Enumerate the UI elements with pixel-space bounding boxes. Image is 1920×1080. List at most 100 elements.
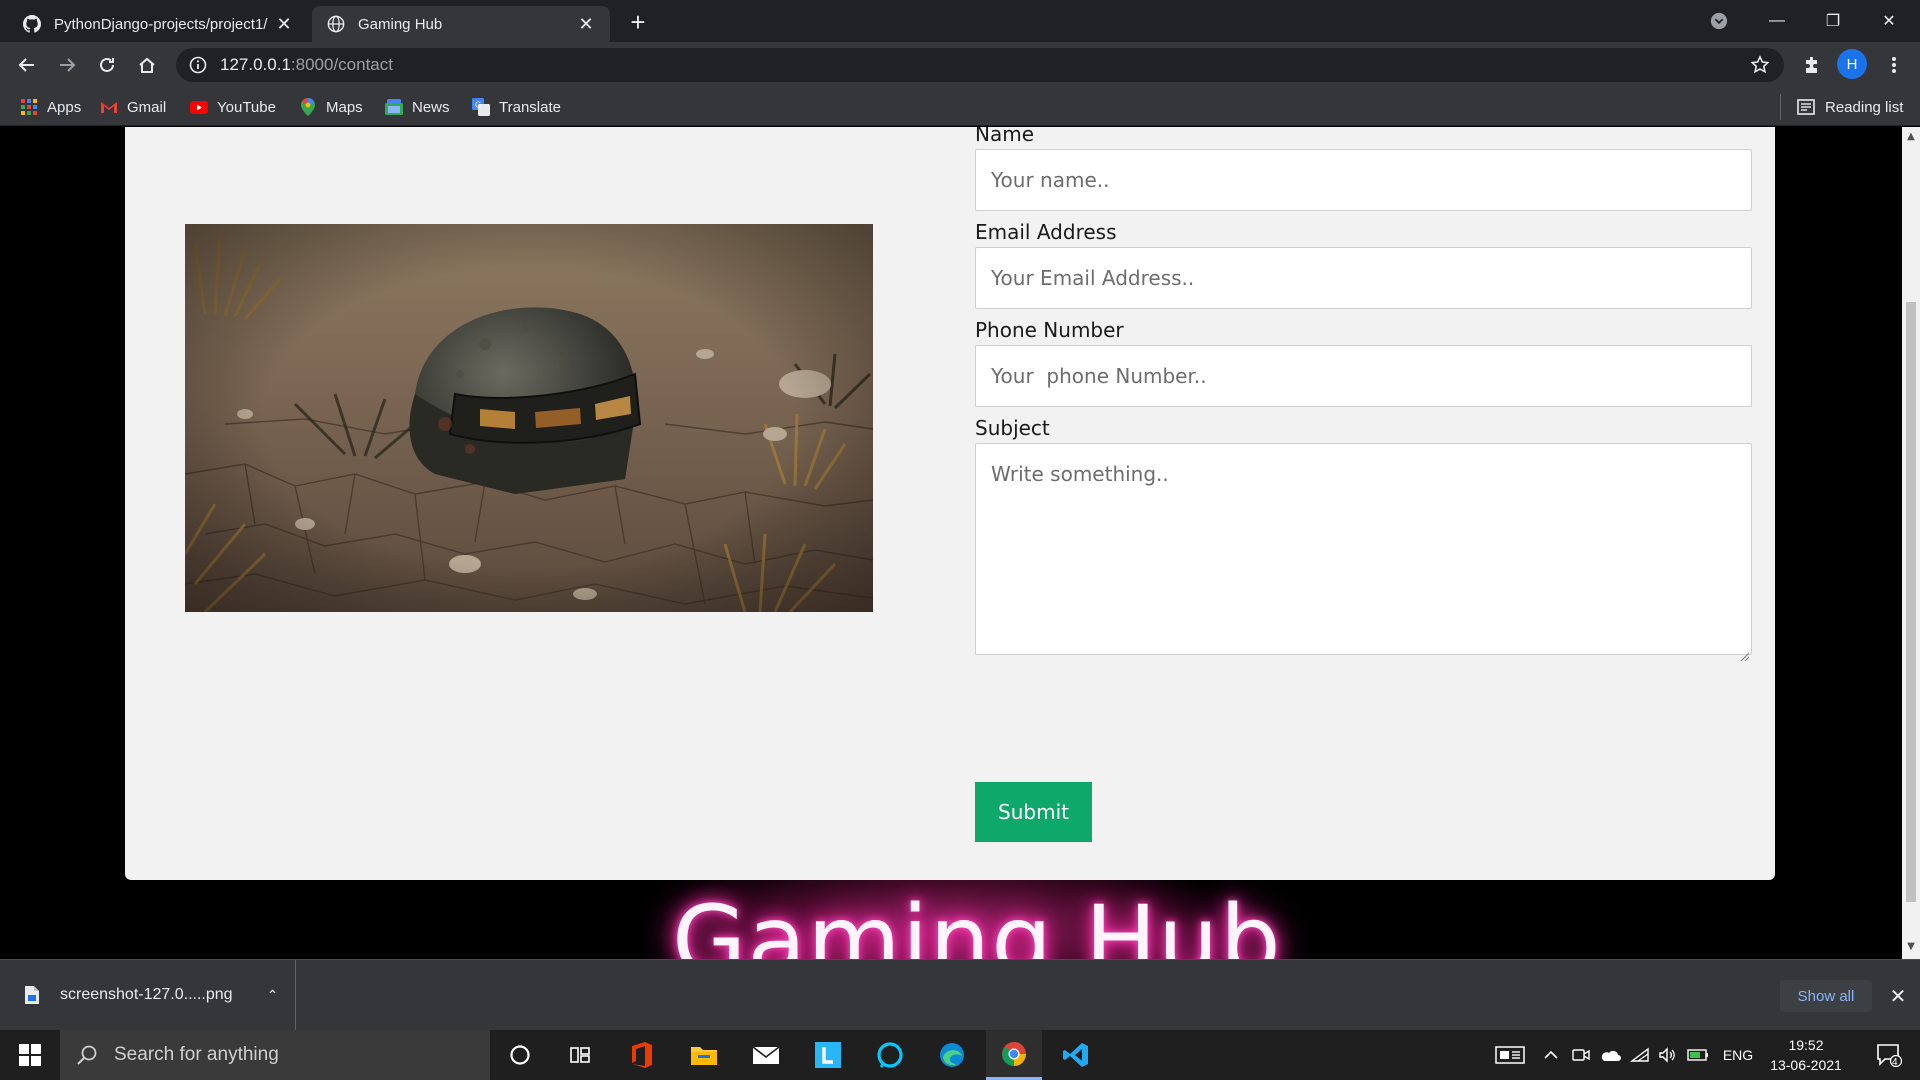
cortana-icon[interactable] xyxy=(492,1030,548,1080)
browser-tab-strip: PythonDjango-projects/project1/ ✕ Gaming… xyxy=(0,0,1920,42)
subject-placeholder: Write something.. xyxy=(991,462,1169,486)
bookmark-label: News xyxy=(412,98,450,116)
tab-title: PythonDjango-projects/project1/ xyxy=(54,15,268,33)
subject-textarea[interactable]: Write something.. xyxy=(975,443,1752,662)
language-indicator[interactable]: ENG xyxy=(1718,1030,1758,1080)
address-bar[interactable]: 127.0.0.1:8000/contact xyxy=(176,48,1784,82)
taskbar-search-box[interactable]: Search for anything xyxy=(60,1030,490,1080)
close-tab-icon[interactable]: ✕ xyxy=(576,14,596,34)
youtube-icon xyxy=(190,98,208,116)
bookmark-label: YouTube xyxy=(217,98,276,116)
scrollbar-thumb[interactable] xyxy=(1906,302,1916,902)
reading-list-button[interactable]: Reading list xyxy=(1780,94,1903,120)
close-tab-icon[interactable]: ✕ xyxy=(274,14,294,34)
chevron-up-icon[interactable]: ⌃ xyxy=(267,987,279,1004)
menu-kebab-icon[interactable] xyxy=(1878,49,1910,81)
maps-icon xyxy=(299,98,317,116)
download-filename: screenshot-127.0.....png xyxy=(60,986,233,1003)
profile-avatar[interactable]: H xyxy=(1837,49,1867,79)
close-download-shelf-icon[interactable]: ✕ xyxy=(1884,982,1912,1010)
url-text: 127.0.0.1:8000/contact xyxy=(220,55,393,75)
l-app-icon[interactable] xyxy=(800,1030,856,1080)
news-icon xyxy=(385,98,403,116)
email-input[interactable]: Your Email Address.. xyxy=(975,247,1752,309)
scroll-down-arrow-icon[interactable]: ▼ xyxy=(1902,941,1920,955)
taskbar-search-placeholder: Search for anything xyxy=(114,1044,279,1065)
forward-icon[interactable] xyxy=(51,49,83,81)
bookmark-maps[interactable]: Maps xyxy=(299,94,363,120)
task-view-icon[interactable] xyxy=(552,1030,608,1080)
translate-icon: G xyxy=(472,98,490,116)
vscode-icon[interactable] xyxy=(1048,1030,1104,1080)
bookmarks-bar: Apps Gmail YouTube Maps News G Translate xyxy=(0,88,1920,126)
windows-start-icon[interactable] xyxy=(0,1030,60,1080)
contact-card: Name Your name.. Email Address Your Emai… xyxy=(125,127,1775,880)
minimize-button[interactable]: — xyxy=(1754,0,1800,42)
show-all-button[interactable]: Show all xyxy=(1780,980,1872,1012)
battery-icon[interactable] xyxy=(1684,1030,1712,1080)
globe-icon xyxy=(326,14,346,34)
phone-label: Phone Number xyxy=(975,318,1124,342)
bookmark-youtube[interactable]: YouTube xyxy=(190,94,276,120)
bookmark-apps[interactable]: Apps xyxy=(20,94,81,120)
name-label: Name xyxy=(975,127,1035,146)
tab-gaming-hub[interactable]: Gaming Hub ✕ xyxy=(312,6,610,42)
page-scrollbar[interactable]: ▲ ▼ xyxy=(1902,127,1920,959)
bookmark-label: Gmail xyxy=(127,98,167,116)
close-window-button[interactable]: ✕ xyxy=(1866,0,1912,42)
page-viewport: Gaming Hub Name Your name.. Email Addres… xyxy=(0,127,1902,959)
meet-now-icon[interactable] xyxy=(1570,1030,1592,1080)
search-icon xyxy=(76,1044,98,1066)
alexa-icon[interactable] xyxy=(862,1030,918,1080)
chevron-up-icon[interactable] xyxy=(1540,1030,1562,1080)
tab-github[interactable]: PythonDjango-projects/project1/ ✕ xyxy=(8,6,308,42)
bookmark-translate[interactable]: G Translate xyxy=(472,94,561,120)
notifications-icon[interactable]: 4 xyxy=(1866,1030,1912,1080)
bookmark-gmail[interactable]: Gmail xyxy=(100,94,166,120)
phone-input[interactable]: Your phone Number.. xyxy=(975,345,1752,407)
wifi-icon[interactable] xyxy=(1628,1030,1652,1080)
browser-toolbar: 127.0.0.1:8000/contact H xyxy=(0,42,1920,88)
apps-grid-icon xyxy=(20,98,38,116)
bookmark-label: Maps xyxy=(326,98,363,116)
submit-button[interactable]: Submit xyxy=(975,782,1092,842)
subject-label: Subject xyxy=(975,416,1050,440)
back-icon[interactable] xyxy=(11,49,43,81)
home-icon[interactable] xyxy=(131,49,163,81)
download-item[interactable]: screenshot-127.0.....png ⌃ xyxy=(0,960,296,1030)
windows-taskbar: Search for anything ENG 19:52 13-06-2021… xyxy=(0,1030,1920,1080)
svg-text:G: G xyxy=(475,101,481,110)
tab-title: Gaming Hub xyxy=(358,15,443,33)
extensions-icon[interactable] xyxy=(1796,49,1828,81)
onedrive-cloud-icon[interactable] xyxy=(1598,1030,1622,1080)
bookmark-star-icon[interactable] xyxy=(1750,55,1770,79)
chrome-icon[interactable] xyxy=(986,1030,1042,1080)
edge-icon[interactable] xyxy=(924,1030,980,1080)
new-tab-button[interactable]: + xyxy=(624,9,652,37)
reading-list-label: Reading list xyxy=(1825,98,1904,116)
restore-button[interactable]: ❐ xyxy=(1810,0,1856,42)
clock-date: 13-06-2021 xyxy=(1770,1057,1842,1073)
file-icon xyxy=(24,985,40,1005)
tab-search-icon[interactable] xyxy=(1696,0,1742,42)
news-widget-icon[interactable] xyxy=(1490,1030,1530,1080)
bookmark-news[interactable]: News xyxy=(385,94,450,120)
bookmark-label: Apps xyxy=(47,98,82,116)
helmet-hero-image xyxy=(185,224,873,612)
taskbar-clock[interactable]: 19:52 13-06-2021 xyxy=(1760,1035,1852,1075)
github-icon xyxy=(22,14,42,34)
volume-icon[interactable] xyxy=(1656,1030,1680,1080)
name-input[interactable]: Your name.. xyxy=(975,149,1752,211)
mail-icon[interactable] xyxy=(738,1030,794,1080)
resize-grip-icon[interactable] xyxy=(1739,642,1750,662)
clock-time: 19:52 xyxy=(1788,1037,1824,1053)
file-explorer-icon[interactable] xyxy=(676,1030,732,1080)
site-info-icon[interactable] xyxy=(188,55,208,75)
bookmark-label: Translate xyxy=(499,98,561,116)
reading-list-icon xyxy=(1797,99,1815,115)
scroll-up-arrow-icon[interactable]: ▲ xyxy=(1902,131,1920,145)
office-icon[interactable] xyxy=(614,1030,670,1080)
url-path: :8000/contact xyxy=(290,55,393,74)
gmail-icon xyxy=(100,98,118,116)
reload-icon[interactable] xyxy=(91,49,123,81)
